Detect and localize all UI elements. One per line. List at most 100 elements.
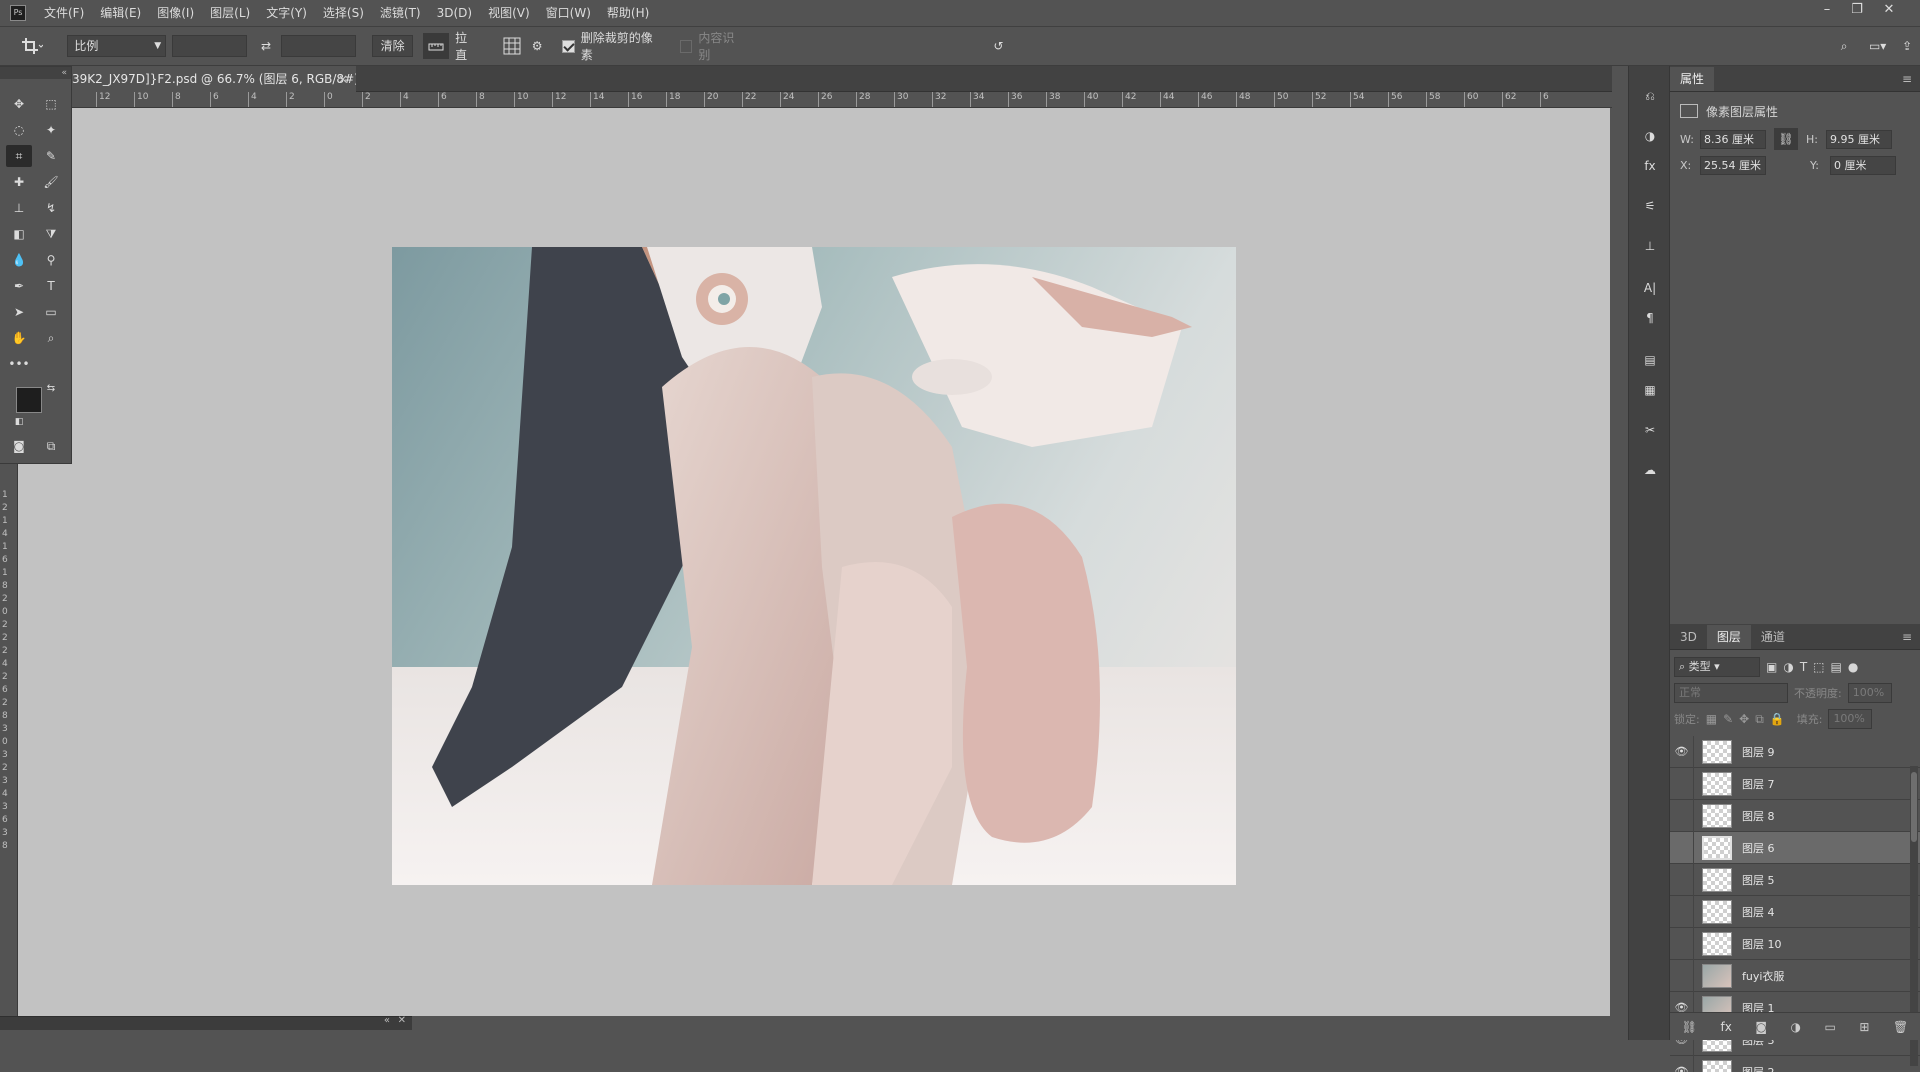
layer-row[interactable]: 👁图层 2: [1670, 1056, 1920, 1072]
clone-source-icon[interactable]: ⊥: [1637, 234, 1663, 258]
width-field[interactable]: 8.36 厘米: [1700, 130, 1766, 149]
layer-style-icon[interactable]: fx: [1721, 1020, 1732, 1034]
default-colors-icon[interactable]: ◧: [12, 415, 26, 429]
tab-properties[interactable]: 属性: [1670, 67, 1714, 91]
styles-panel-icon[interactable]: fx: [1637, 154, 1663, 178]
layer-filter-select[interactable]: ⌕ 类型 ▾: [1674, 657, 1760, 677]
crop-height-input[interactable]: [281, 35, 356, 57]
delete-layer-icon[interactable]: 🗑: [1893, 1020, 1908, 1034]
crop-tool-icon[interactable]: ⌗: [6, 145, 32, 167]
layer-row[interactable]: 图层 10: [1670, 928, 1920, 960]
tab-layers[interactable]: 图层: [1707, 625, 1751, 649]
lock-brush-icon[interactable]: ✎: [1723, 712, 1733, 726]
lock-transparent-icon[interactable]: ▦: [1706, 712, 1717, 726]
tab-channels[interactable]: 通道: [1751, 625, 1795, 649]
eye-hidden-icon[interactable]: [1670, 928, 1694, 960]
share-icon[interactable]: ⇪: [1894, 33, 1920, 59]
character-panel-icon[interactable]: A|: [1637, 276, 1663, 300]
grid-overlay-icon[interactable]: [499, 33, 525, 59]
close-tab-icon[interactable]: ×: [338, 66, 348, 92]
ratio-select[interactable]: 比例 ▼: [67, 35, 166, 57]
layer-row[interactable]: fuyi衣服: [1670, 960, 1920, 992]
filter-pixel-icon[interactable]: ▣: [1766, 660, 1777, 674]
adjustments-panel-icon[interactable]: ⚟: [1637, 194, 1663, 218]
toolbox-collapse-icon[interactable]: «: [0, 67, 71, 79]
fill-field[interactable]: 100%: [1828, 709, 1872, 729]
eye-hidden-icon[interactable]: [1670, 864, 1694, 896]
close-icon[interactable]: ✕: [1876, 0, 1902, 20]
new-layer-icon[interactable]: ⊞: [1859, 1020, 1869, 1034]
opacity-field[interactable]: 100%: [1848, 683, 1892, 703]
filter-smart-icon[interactable]: ▤: [1831, 660, 1842, 674]
panel-menu-icon[interactable]: ≡: [1894, 67, 1920, 91]
minimize-icon[interactable]: –: [1814, 0, 1840, 20]
eye-hidden-icon[interactable]: [1670, 832, 1694, 864]
straighten-label[interactable]: 拉直: [455, 29, 479, 63]
blend-mode-select[interactable]: 正常: [1674, 683, 1788, 703]
eye-hidden-icon[interactable]: [1670, 896, 1694, 928]
color-panel-icon[interactable]: ◑: [1637, 124, 1663, 148]
layers-scrollbar-thumb[interactable]: [1911, 772, 1917, 842]
menu-filter[interactable]: 滤镜(T): [372, 0, 429, 26]
paint-bucket-icon[interactable]: ⧩: [38, 223, 64, 245]
more-tools-icon[interactable]: •••: [6, 353, 32, 375]
hand-tool-icon[interactable]: ✋: [6, 327, 32, 349]
layers-menu-icon[interactable]: ≡: [1894, 625, 1920, 649]
path-selection-icon[interactable]: ➤: [6, 301, 32, 323]
close-panel-icon[interactable]: ✕: [398, 1015, 406, 1026]
new-group-icon[interactable]: ▭: [1825, 1020, 1836, 1034]
document-tab[interactable]: 39K2_JX97D]}F2.psd @ 66.7% (图层 6, RGB/8#…: [66, 66, 356, 92]
menu-layer[interactable]: 图层(L): [202, 0, 258, 26]
menu-3d[interactable]: 3D(D): [429, 0, 480, 26]
menu-type[interactable]: 文字(Y): [258, 0, 315, 26]
restore-icon[interactable]: ❐: [1844, 0, 1870, 20]
blur-tool-icon[interactable]: 💧: [6, 249, 32, 271]
lock-all-icon[interactable]: 🔒: [1770, 712, 1785, 726]
layer-row[interactable]: 👁图层 9: [1670, 736, 1920, 768]
undo-reset-icon[interactable]: ↺: [986, 33, 1012, 59]
link-icon[interactable]: ⛓: [1774, 128, 1798, 150]
quick-mask-icon[interactable]: ◙: [6, 435, 32, 457]
eraser-tool-icon[interactable]: ◧: [6, 223, 32, 245]
link-layers-icon[interactable]: ⛓: [1682, 1020, 1697, 1034]
filter-adjust-icon[interactable]: ◑: [1783, 660, 1793, 674]
notes-panel-icon[interactable]: ▦: [1637, 378, 1663, 402]
workspace-icon[interactable]: ▭▾: [1861, 33, 1894, 59]
foreground-color-swatch[interactable]: [16, 387, 42, 413]
content-aware-checkbox[interactable]: [680, 40, 693, 53]
brush-tool-icon[interactable]: 🖌: [38, 171, 64, 193]
eye-icon[interactable]: 👁: [1670, 736, 1694, 768]
menu-image[interactable]: 图像(I): [149, 0, 202, 26]
menu-edit[interactable]: 编辑(E): [92, 0, 149, 26]
menu-file[interactable]: 文件(F): [36, 0, 92, 26]
menu-view[interactable]: 视图(V): [480, 0, 538, 26]
menu-select[interactable]: 选择(S): [315, 0, 372, 26]
layer-row[interactable]: 图层 4: [1670, 896, 1920, 928]
swap-icon[interactable]: ⇄: [253, 33, 279, 59]
layer-row[interactable]: 图层 8: [1670, 800, 1920, 832]
menu-window[interactable]: 窗口(W): [538, 0, 599, 26]
healing-brush-icon[interactable]: ✚: [6, 171, 32, 193]
type-tool-icon[interactable]: T: [38, 275, 64, 297]
height-field[interactable]: 9.95 厘米: [1826, 130, 1892, 149]
lock-move-icon[interactable]: ✥: [1739, 712, 1749, 726]
tab-3d[interactable]: 3D: [1670, 625, 1707, 649]
lasso-tool-icon[interactable]: ◌: [6, 119, 32, 141]
zoom-tool-icon[interactable]: ⌕: [38, 327, 64, 349]
eyedropper-icon[interactable]: ✎: [38, 145, 64, 167]
dodge-tool-icon[interactable]: ⚲: [38, 249, 64, 271]
adjustment-layer-icon[interactable]: ◑: [1791, 1020, 1801, 1034]
search-icon[interactable]: ⌕: [1831, 33, 1857, 59]
canvas-artwork[interactable]: [392, 247, 1236, 885]
filter-toggle-icon[interactable]: ●: [1848, 660, 1858, 674]
lock-artboard-icon[interactable]: ⧉: [1755, 712, 1764, 727]
swap-colors-icon[interactable]: ⇆: [44, 381, 58, 395]
delete-cropped-checkbox[interactable]: [562, 40, 575, 53]
marquee-tool-icon[interactable]: ⬚: [38, 93, 64, 115]
eye-icon[interactable]: 👁: [1670, 1056, 1694, 1072]
history-brush-icon[interactable]: ↯: [38, 197, 64, 219]
layer-row[interactable]: 图层 7: [1670, 768, 1920, 800]
gear-icon[interactable]: ⚙: [524, 33, 550, 59]
rectangle-tool-icon[interactable]: ▭: [38, 301, 64, 323]
crop-width-input[interactable]: [172, 35, 247, 57]
